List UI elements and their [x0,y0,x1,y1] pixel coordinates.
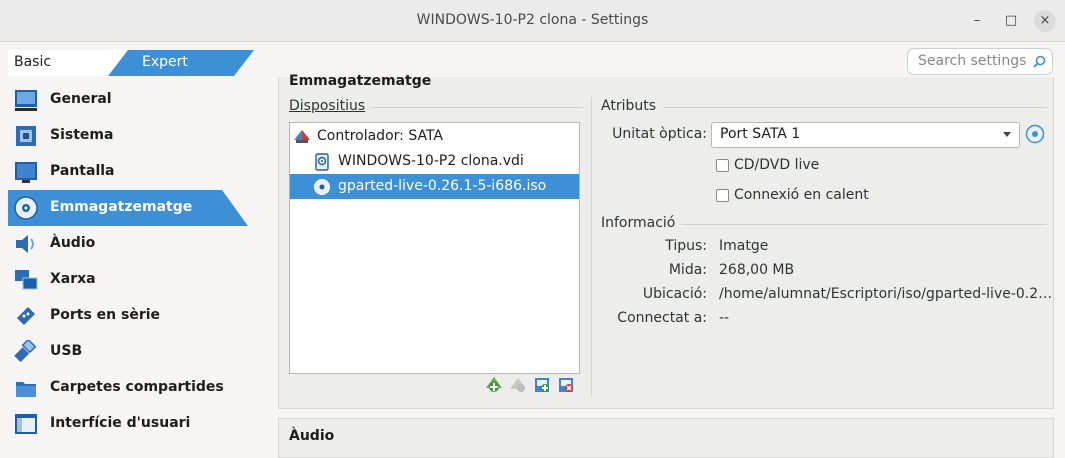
serial-ports-icon [17,307,35,325]
search-icon [1033,55,1046,68]
user-interface-icon [15,414,37,434]
tree-item-label: gparted-live-0.26.1-5-i686.iso [338,178,547,194]
attributes-group-title: Atributs [601,98,657,114]
audio-panel: Àudio [278,418,1054,458]
sidebar-item-usb[interactable]: USB [8,334,258,370]
location-value: /home/alumnat/Escriptori/iso/gparted-liv… [719,286,1053,302]
add-attachment-icon[interactable] [533,376,551,394]
system-icon [16,126,36,146]
storage-icon [14,196,38,220]
sidebar-item-emmagatzematge[interactable]: Emmagatzematge [8,190,248,226]
sidebar-item-label: Ports en sèrie [50,307,161,323]
sidebar-item-label: Pantalla [50,163,115,179]
location-label: Ubicació: [642,286,707,302]
attached-to-value: -- [719,310,730,326]
audio-icon [16,235,34,253]
maximize-button[interactable]: □ [1000,10,1022,32]
storage-panel: Emmagatzematge Dispositius Controlador: … [278,73,1054,409]
sidebar-item-label: General [50,91,112,107]
sidebar-item-label: Carpetes compartides [50,379,224,395]
section-heading: Àudio [289,428,335,444]
title-bar: WINDOWS-10-P2 clona - Settings – □ × [0,0,1065,42]
search-placeholder: Search settings [918,53,1027,69]
type-label: Tipus: [665,238,707,254]
hard-disk-icon [315,153,329,171]
shared-folders-icon [16,382,36,397]
optical-disc-icon [314,179,330,195]
choose-disk-icon[interactable] [1025,124,1045,144]
tree-item-controller[interactable]: Controlador: SATA [290,124,579,149]
chevron-down-icon [1003,132,1011,137]
divider [663,107,1047,108]
tree-item-label: Controlador: SATA [317,128,443,144]
devices-group-title: Dispositius [289,98,366,114]
window-title: WINDOWS-10-P2 clona - Settings [416,12,649,28]
sidebar-item-label: Emmagatzematge [50,199,193,215]
sidebar-item-interficie-usuari[interactable]: Interfície d'usuari [8,406,258,442]
sidebar-item-xarxa[interactable]: Xarxa [8,262,258,298]
divider [681,224,1047,225]
sidebar-item-ports-en-serie[interactable]: Ports en sèrie [8,298,258,334]
optical-drive-select[interactable]: Port SATA 1 [711,122,1020,148]
sidebar-item-label: Àudio [50,235,96,251]
storage-devices-tree[interactable]: Controlador: SATA WINDOWS-10-P2 clona.vd… [289,122,580,374]
attached-to-label: Connectat a: [617,310,707,326]
network-icon [15,270,38,290]
basic-mode-tab[interactable]: Basic [8,50,128,76]
type-value: Imatge [719,238,769,254]
sidebar-item-label: Interfície d'usuari [50,415,191,431]
close-button[interactable]: × [1034,10,1056,32]
sidebar-item-label: USB [50,343,83,359]
optical-drive-value: Port SATA 1 [720,126,801,142]
sidebar: General Sistema Pantalla Emmagatzematge … [8,82,258,442]
size-label: Mida: [668,262,707,278]
section-heading: Emmagatzematge [289,73,432,89]
tree-item-label: WINDOWS-10-P2 clona.vdi [338,153,524,169]
tree-item-hard-disk[interactable]: WINDOWS-10-P2 clona.vdi [290,149,579,174]
tree-item-optical-disc[interactable]: gparted-live-0.26.1-5-i686.iso [290,174,579,199]
search-input[interactable]: Search settings [907,48,1053,75]
remove-attachment-icon[interactable] [557,376,575,394]
sidebar-item-pantalla[interactable]: Pantalla [8,154,258,190]
sidebar-item-audio[interactable]: Àudio [8,226,258,262]
controller-icon [294,130,310,143]
optical-drive-label: Unitat òptica: [612,126,707,142]
hot-plug-checkbox[interactable] [716,189,729,202]
add-controller-icon[interactable] [485,376,503,394]
expert-mode-tab[interactable]: Expert [108,50,254,76]
sidebar-item-general[interactable]: General [8,82,258,118]
remove-controller-icon[interactable] [509,376,527,394]
live-cd-checkbox[interactable] [716,159,729,172]
general-icon [15,90,37,111]
minimize-button[interactable]: – [966,10,988,32]
usb-icon [14,340,37,363]
size-value: 268,00 MB [719,262,795,278]
sidebar-item-carpetes-compartides[interactable]: Carpetes compartides [8,370,258,406]
sidebar-item-sistema[interactable]: Sistema [8,118,258,154]
live-cd-label: CD/DVD live [734,157,820,173]
sidebar-item-label: Sistema [50,127,114,143]
hot-plug-label: Connexió en calent [734,187,869,203]
mode-switch: Basic Expert [8,50,254,76]
display-icon [15,162,37,183]
information-group-title: Informació [601,215,676,231]
divider [371,107,583,108]
sidebar-item-label: Xarxa [50,271,96,287]
